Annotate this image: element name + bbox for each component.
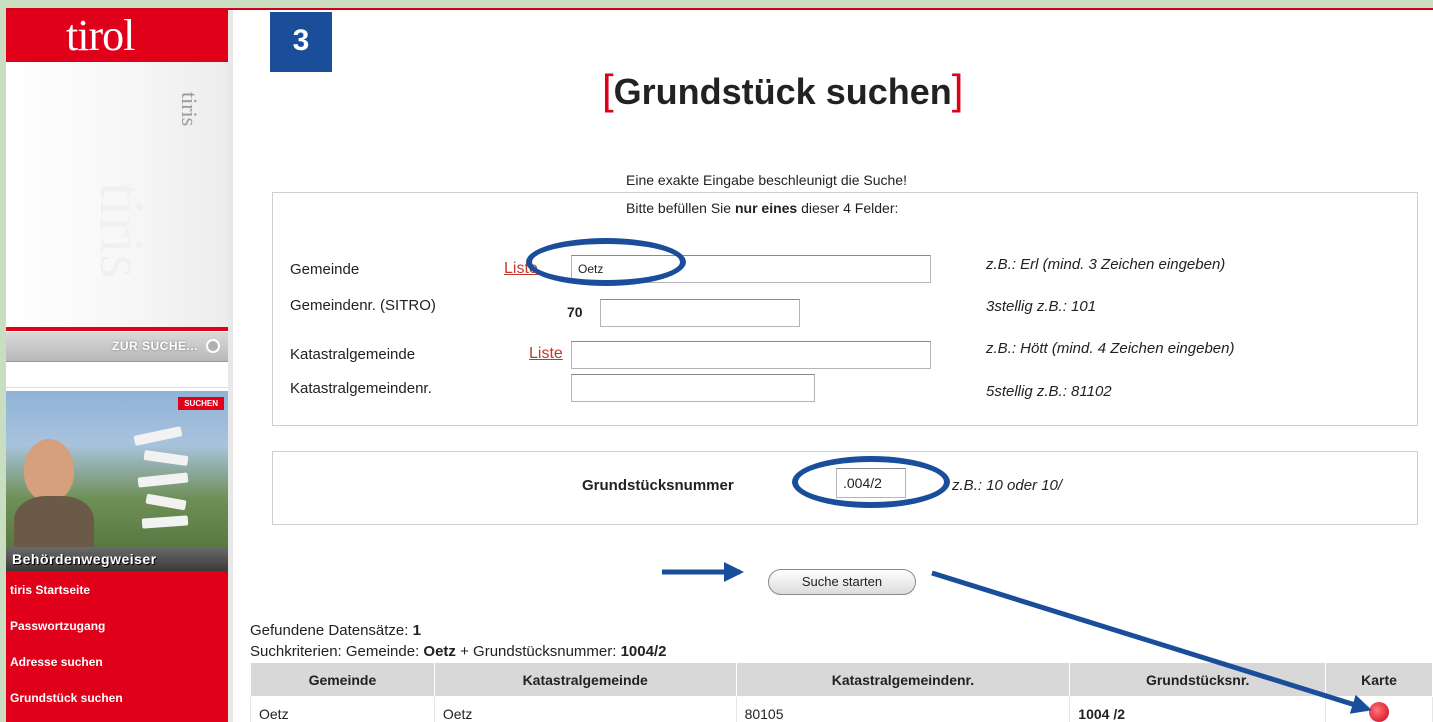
column-header: Grundstücksnr.	[1069, 662, 1327, 697]
column-header: Karte	[1325, 662, 1433, 697]
results-table: Gemeinde Katastralgemeinde Katastralgeme…	[250, 662, 1433, 722]
gemeindenr-input[interactable]	[600, 299, 800, 327]
person-photo	[24, 439, 74, 501]
nav-grundstueck-suchen[interactable]: Grundstück suchen	[6, 691, 228, 722]
katastralgemeindenr-example: 5stellig z.B.: 81102	[986, 383, 1112, 400]
tirol-logo[interactable]: tirol	[6, 10, 228, 62]
nav-tiris-startseite[interactable]: tiris Startseite	[6, 583, 228, 619]
cell-grundstuecksnr: 1004 /2	[1069, 696, 1327, 722]
cell-katastralgemeindenr: 80105	[735, 696, 1071, 722]
sidebar-nav: tiris Startseite Passwortzugang Adresse …	[6, 571, 228, 722]
table-row[interactable]: Oetz Oetz 80105 1004 /2	[250, 696, 1433, 722]
zur-suche-button[interactable]: ZUR SUCHE...	[6, 332, 228, 362]
cell-karte	[1325, 696, 1433, 722]
title-text: Grundstück suchen	[613, 71, 952, 112]
gemeinde-liste-link[interactable]: Liste	[504, 260, 538, 278]
logo-text: tirol	[66, 11, 135, 60]
criteria-nr: 1004/2	[620, 643, 667, 660]
column-header: Katastralgemeindenr.	[735, 662, 1071, 697]
behoerdenwegweiser-banner[interactable]: SUCHEN Behördenwegweiser	[6, 391, 228, 571]
criteria-label: + Grundstücksnummer:	[455, 643, 621, 660]
screenshot-frame: tirol tiris tiris ZUR SUCHE... SUCHEN Be…	[6, 8, 1433, 722]
cell-gemeinde: Oetz	[250, 696, 435, 722]
cell-katastralgemeinde: Oetz	[433, 696, 737, 722]
promo-label: Behördenwegweiser	[6, 547, 228, 571]
search-form-box	[272, 192, 1418, 426]
gemeinde-example: z.B.: Erl (mind. 3 Zeichen eingeben)	[986, 256, 1226, 273]
promo-tag: SUCHEN	[178, 397, 224, 410]
hint-exact-input: Eine exakte Eingabe beschleunigt die Suc…	[626, 172, 907, 188]
tiris-small-label: tiris	[177, 92, 202, 127]
title-bracket-open: [	[602, 66, 614, 113]
katastralgemeinde-label: Katastralgemeinde	[290, 346, 416, 363]
gemeindenr-label: Gemeindenr. (SITRO)	[290, 297, 436, 314]
katastralgemeinde-liste-link[interactable]: Liste	[529, 345, 563, 363]
divider	[6, 327, 228, 331]
arrow-right-icon	[206, 339, 220, 353]
nav-adresse-suchen[interactable]: Adresse suchen	[6, 655, 228, 691]
grundstuecksnummer-example: z.B.: 10 oder 10/	[952, 477, 1063, 494]
katastralgemeindenr-input[interactable]	[571, 374, 815, 402]
gemeindenr-example: 3stellig z.B.: 101	[986, 298, 1097, 315]
grundstuecksnummer-input[interactable]	[836, 468, 906, 498]
search-start-button[interactable]: Suche starten	[768, 569, 916, 595]
results-count-value: 1	[412, 622, 421, 639]
criteria-label: Suchkriterien: Gemeinde:	[250, 643, 424, 660]
gemeinde-label: Gemeinde	[290, 261, 360, 278]
title-bracket-close: ]	[951, 66, 964, 113]
page-title: [Grundstück suchen]	[602, 66, 1082, 126]
hint-text: Bitte befüllen Sie	[626, 200, 735, 216]
hint-emphasis: nur eines	[734, 200, 798, 216]
gemeindenr-prefix: 70	[567, 304, 583, 320]
hint-fill-one-field: Bitte befüllen Sie nur eines dieser 4 Fe…	[626, 200, 898, 216]
map-icon[interactable]	[1369, 702, 1390, 722]
gemeinde-input[interactable]	[571, 255, 931, 283]
signpost-icon	[133, 426, 183, 446]
signpost-icon	[145, 493, 187, 511]
results-count: Gefundene Datensätze: 1	[250, 622, 421, 639]
nav-passwortzugang[interactable]: Passwortzugang	[6, 619, 228, 655]
signpost-icon	[137, 472, 189, 488]
tiris-brand-strip: tiris tiris	[6, 62, 228, 327]
sidebar: tirol tiris tiris ZUR SUCHE... SUCHEN Be…	[6, 10, 228, 722]
katastralgemeindenr-label: Katastralgemeindenr.	[290, 380, 432, 397]
criteria-gemeinde: Oetz	[423, 643, 456, 660]
tiris-watermark: tiris	[87, 182, 155, 279]
katastralgemeinde-example: z.B.: Hött (mind. 4 Zeichen eingeben)	[986, 340, 1235, 357]
step-number-badge: 3	[270, 12, 332, 72]
table-header-row: Gemeinde Katastralgemeinde Katastralgeme…	[250, 662, 1433, 697]
results-criteria: Suchkriterien: Gemeinde: Oetz + Grundstü…	[250, 643, 666, 660]
sidebar-divider	[228, 10, 233, 722]
sidebar-spacer	[6, 368, 228, 388]
zur-suche-label: ZUR SUCHE...	[111, 339, 198, 353]
grundstuecksnummer-label: Grundstücksnummer	[582, 477, 734, 494]
column-header: Gemeinde	[250, 662, 435, 697]
column-header: Katastralgemeinde	[433, 662, 737, 697]
results-count-label: Gefundene Datensätze:	[250, 622, 413, 639]
hint-text: dieser 4 Felder:	[797, 200, 899, 216]
signpost-icon	[141, 515, 189, 529]
signpost-icon	[143, 449, 189, 467]
katastralgemeinde-input[interactable]	[571, 341, 931, 369]
